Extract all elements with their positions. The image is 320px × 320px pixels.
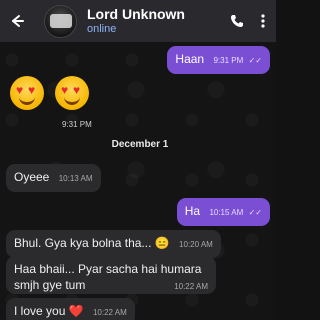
message-bubble-incoming[interactable]: Haa bhaii... Pyar sacha hai humara smjh … [6, 256, 216, 294]
menu-button[interactable] [250, 0, 276, 42]
date-separator: December 1 [111, 139, 169, 150]
message-bubble-outgoing[interactable]: Ha 10:15 AM ✓✓ [176, 198, 270, 226]
message-bubble-incoming[interactable]: Oyeee 10:13 AM [6, 164, 101, 192]
read-receipt-icon: ✓✓ [248, 56, 262, 65]
message-bubble-incoming[interactable]: I love you ❤️ 10:22 AM [6, 298, 135, 320]
contact-status: online [87, 23, 117, 35]
chat-header: Lord Unknown online [0, 0, 276, 42]
message-time: 10:22 AM [92, 308, 127, 317]
message-time: 10:15 AM [209, 208, 244, 217]
read-receipt-icon: ✓✓ [248, 208, 262, 217]
message-time: 10:22 AM [174, 282, 208, 291]
message-time: 10:13 AM [58, 174, 93, 183]
contact-info[interactable]: Lord Unknown online [87, 6, 224, 36]
message-text: Bhul. Gya kya bolna tha... 😑 [14, 236, 170, 250]
call-button[interactable] [224, 0, 250, 42]
message-bubble-incoming[interactable]: Bhul. Gya kya bolna tha... 😑 10:20 AM [6, 230, 221, 258]
back-button[interactable] [0, 0, 34, 42]
message-time: 9:31 PM [213, 56, 244, 65]
avatar[interactable] [44, 4, 77, 38]
message-text: Ha [184, 204, 201, 218]
message-text: Haa bhaii... Pyar sacha hai humara [14, 262, 202, 276]
message-time: 9:31 PM [62, 120, 92, 129]
phone-icon [231, 15, 243, 27]
avatar-image [49, 14, 72, 28]
message-text: smjh gye tum [14, 278, 86, 292]
message-time: 10:20 AM [179, 240, 213, 249]
arrow-left-icon [12, 15, 24, 27]
message-text: Oyeee [14, 170, 50, 184]
message-text: I love you ❤️ [14, 304, 84, 318]
contact-name: Lord Unknown [87, 6, 185, 22]
message-bubble-outgoing[interactable]: Haan 9:31 PM ✓✓ [167, 46, 270, 74]
more-vertical-icon [261, 14, 265, 28]
message-text: Haan [175, 52, 205, 66]
chat-area[interactable]: Haan 9:31 PM ✓✓ ♥ ♥ ♥ ♥ 9:31 PM December 1… [0, 42, 276, 320]
heart-eyes-emoji-icon: ♥ ♥ [55, 76, 89, 110]
heart-eyes-emoji-icon: ♥ ♥ [10, 76, 44, 110]
